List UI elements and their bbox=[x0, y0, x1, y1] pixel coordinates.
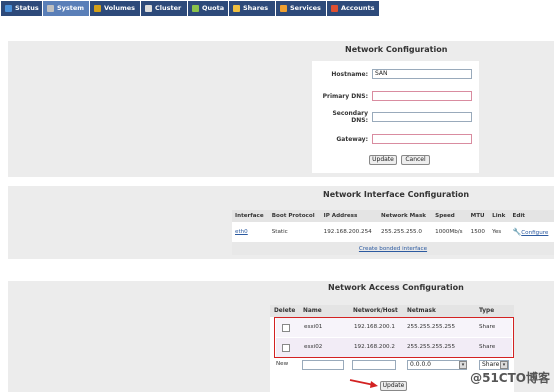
tab-cluster[interactable]: Cluster bbox=[141, 1, 187, 16]
new-host-input[interactable] bbox=[352, 360, 396, 370]
network-config-section: Network Configuration Hostname: SAN Prim… bbox=[8, 41, 554, 177]
access-update-button[interactable]: Update bbox=[380, 381, 407, 391]
col-name: Name bbox=[303, 308, 322, 314]
watermark: @51CTO博客 bbox=[470, 371, 550, 385]
bonded-row: Create bonded interface bbox=[232, 242, 554, 255]
tab-quota[interactable]: Quota bbox=[188, 1, 228, 16]
tab-status[interactable]: Status bbox=[1, 1, 42, 16]
col-network-host: Network/Host bbox=[353, 308, 398, 314]
interface-table-header: Interface Boot Protocol IP Address Netwo… bbox=[232, 210, 554, 222]
col-link: Link bbox=[489, 210, 510, 222]
create-bonded-link[interactable]: Create bonded interface bbox=[359, 246, 427, 252]
col-ip-address: IP Address bbox=[320, 210, 379, 222]
wrench-icon: 🔧 bbox=[512, 228, 522, 236]
tab-system[interactable]: System bbox=[43, 1, 89, 16]
services-icon bbox=[280, 5, 287, 12]
status-icon bbox=[5, 5, 12, 12]
gateway-input[interactable] bbox=[372, 134, 472, 144]
tab-volumes[interactable]: Volumes bbox=[90, 1, 140, 16]
new-name-input[interactable] bbox=[302, 360, 344, 370]
col-delete: Delete bbox=[274, 308, 296, 314]
highlight-box bbox=[274, 317, 514, 358]
chevron-down-icon[interactable]: ▾ bbox=[500, 361, 508, 369]
new-label: New bbox=[276, 361, 289, 367]
hostname-input[interactable]: SAN bbox=[372, 69, 472, 79]
interface-config-title: Network Interface Configuration bbox=[323, 190, 470, 199]
cancel-button[interactable]: Cancel bbox=[401, 155, 430, 165]
network-config-title: Network Configuration bbox=[345, 45, 448, 54]
gateway-label: Gateway: bbox=[336, 136, 368, 143]
chevron-down-icon[interactable]: ▾ bbox=[459, 361, 467, 369]
table-row: eth0 Static 192.168.200.254 255.255.255.… bbox=[232, 222, 554, 242]
tab-shares[interactable]: Shares bbox=[229, 1, 275, 16]
col-netmask: Netmask bbox=[407, 308, 436, 314]
ip-address-cell: 192.168.200.254 bbox=[323, 229, 372, 235]
network-config-form: Hostname: SAN Primary DNS: Secondary DNS:… bbox=[312, 61, 479, 173]
network-mask-cell: 255.255.255.0 bbox=[381, 229, 422, 235]
volumes-icon bbox=[94, 5, 101, 12]
accounts-icon bbox=[331, 5, 338, 12]
col-interface: Interface bbox=[232, 210, 269, 222]
tab-services[interactable]: Services bbox=[276, 1, 326, 16]
cluster-icon bbox=[145, 5, 152, 12]
boot-protocol-cell: Static bbox=[271, 229, 288, 235]
col-edit: Edit bbox=[509, 210, 554, 222]
update-button[interactable]: Update bbox=[369, 155, 397, 165]
hostname-label: Hostname: bbox=[331, 71, 368, 78]
system-icon bbox=[47, 5, 54, 12]
col-boot-protocol: Boot Protocol bbox=[268, 210, 321, 222]
arrow-icon bbox=[349, 379, 378, 388]
col-network-mask: Network Mask bbox=[378, 210, 433, 222]
interface-table: Interface Boot Protocol IP Address Netwo… bbox=[232, 210, 554, 255]
main-tab-bar: Status System Volumes Cluster Quota Shar… bbox=[0, 0, 554, 17]
access-table-header: Delete Name Network/Host Netmask Type bbox=[270, 305, 514, 317]
col-mtu: MTU bbox=[467, 210, 490, 222]
secondary-dns-input[interactable] bbox=[372, 112, 472, 122]
col-type: Type bbox=[479, 308, 495, 314]
mtu-cell: 1500 bbox=[470, 229, 485, 235]
quota-icon bbox=[192, 5, 199, 12]
secondary-dns-label: Secondary DNS: bbox=[332, 110, 368, 124]
tab-accounts[interactable]: Accounts bbox=[327, 1, 379, 16]
primary-dns-label: Primary DNS: bbox=[322, 93, 368, 100]
access-config-title: Network Access Configuration bbox=[328, 283, 464, 292]
configure-cell[interactable]: 🔧Configure bbox=[510, 222, 554, 242]
speed-cell: 1000Mb/s bbox=[435, 229, 463, 235]
shares-icon bbox=[233, 5, 240, 12]
configure-link[interactable]: Configure bbox=[521, 230, 548, 236]
primary-dns-input[interactable] bbox=[372, 91, 472, 101]
interface-link[interactable]: eth0 bbox=[235, 229, 248, 235]
new-netmask-select[interactable]: 0.0.0.0 bbox=[407, 360, 467, 370]
col-speed: Speed bbox=[432, 210, 468, 222]
link-cell: Yes bbox=[492, 229, 502, 235]
